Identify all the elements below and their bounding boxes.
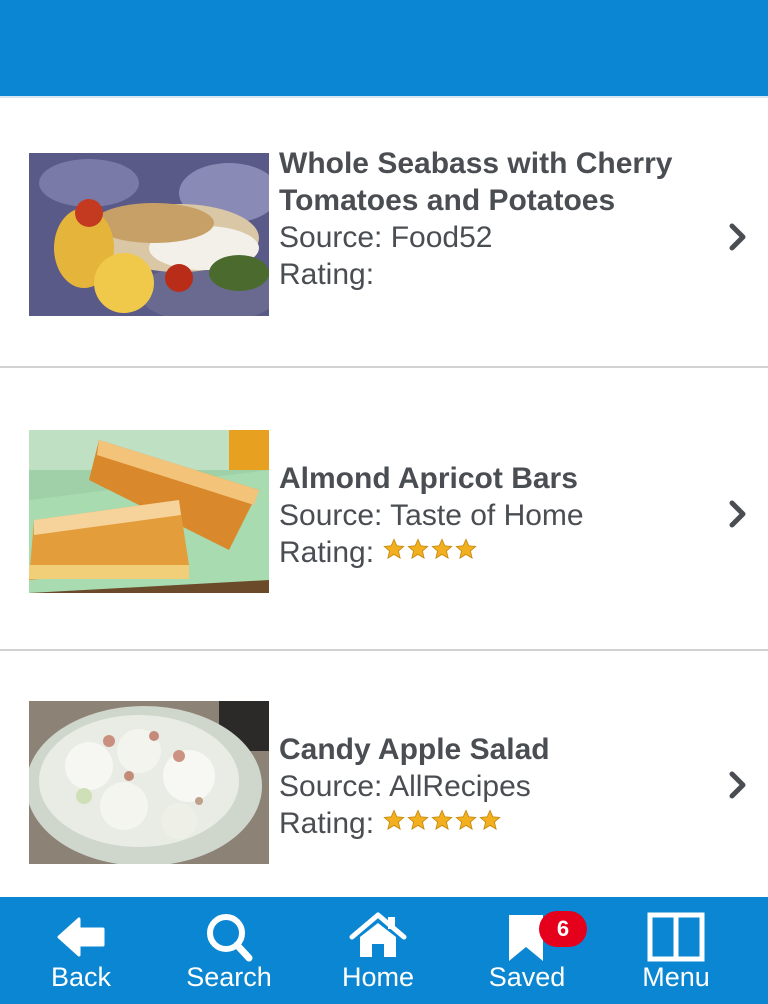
star-icon: [383, 537, 405, 559]
saved-count-badge: 6: [539, 911, 587, 947]
recipe-thumbnail-apricot-bars[interactable]: [29, 430, 269, 593]
recipe-rating: Rating:: [279, 805, 679, 844]
menu-columns-icon: [647, 912, 705, 962]
rating-label: Rating:: [279, 258, 375, 291]
chevron-right-icon[interactable]: [722, 498, 754, 530]
tab-saved[interactable]: 6 Saved: [467, 897, 587, 1004]
star-icon: [479, 808, 501, 830]
recipe-list: Whole Seabass with Cherry Tomatoes and P…: [0, 98, 768, 898]
recipe-info: Almond Apricot Bars Source: Taste of Hom…: [279, 460, 679, 573]
recipe-title[interactable]: Whole Seabass with Cherry Tomatoes and P…: [279, 145, 679, 219]
recipe-list-item[interactable]: Candy Apple Salad Source: AllRecipes Rat…: [0, 652, 768, 898]
tab-search[interactable]: Search: [169, 897, 289, 1004]
rating-label: Rating:: [279, 536, 375, 569]
top-header-bar: [0, 0, 768, 98]
back-arrow-icon: [57, 917, 105, 957]
recipe-info: Candy Apple Salad Source: AllRecipes Rat…: [279, 731, 679, 844]
bottom-tab-bar: Back Search Home 6 Saved Menu: [0, 897, 768, 1004]
star-icon: [383, 808, 405, 830]
star-icon: [431, 808, 453, 830]
recipe-source: Source: Taste of Home: [279, 499, 584, 532]
tab-home-label: Home: [341, 962, 415, 992]
tab-saved-label: Saved: [488, 962, 566, 992]
rating-stars: [382, 532, 478, 569]
tab-home[interactable]: Home: [318, 897, 438, 1004]
star-icon: [407, 808, 429, 830]
search-icon: [207, 914, 253, 962]
recipe-source: Source: AllRecipes: [279, 770, 531, 803]
star-icon: [407, 537, 429, 559]
recipe-list-item[interactable]: Almond Apricot Bars Source: Taste of Hom…: [0, 381, 768, 651]
tab-menu-label: Menu: [642, 962, 710, 992]
chevron-right-icon[interactable]: [722, 221, 754, 253]
recipe-rating: Rating:: [279, 256, 679, 293]
home-icon: [349, 912, 407, 957]
star-icon: [431, 537, 453, 559]
rating-stars: [382, 803, 502, 840]
star-icon: [455, 537, 477, 559]
recipe-list-item[interactable]: Whole Seabass with Cherry Tomatoes and P…: [0, 98, 768, 368]
recipe-title[interactable]: Candy Apple Salad: [279, 731, 679, 768]
tab-back-label: Back: [50, 962, 112, 992]
recipe-rating: Rating:: [279, 534, 679, 573]
recipe-thumbnail-seabass[interactable]: [29, 153, 269, 316]
recipe-thumbnail-apple-salad[interactable]: [29, 701, 269, 864]
chevron-right-icon[interactable]: [722, 769, 754, 801]
star-icon: [455, 808, 477, 830]
tab-back[interactable]: Back: [21, 897, 141, 1004]
rating-label: Rating:: [279, 807, 375, 840]
recipe-title[interactable]: Almond Apricot Bars: [279, 460, 679, 497]
tab-menu[interactable]: Menu: [616, 897, 736, 1004]
app-screen: Whole Seabass with Cherry Tomatoes and P…: [0, 0, 768, 1004]
recipe-info: Whole Seabass with Cherry Tomatoes and P…: [279, 145, 679, 293]
tab-search-label: Search: [186, 962, 272, 992]
recipe-source: Source: Food52: [279, 221, 493, 254]
